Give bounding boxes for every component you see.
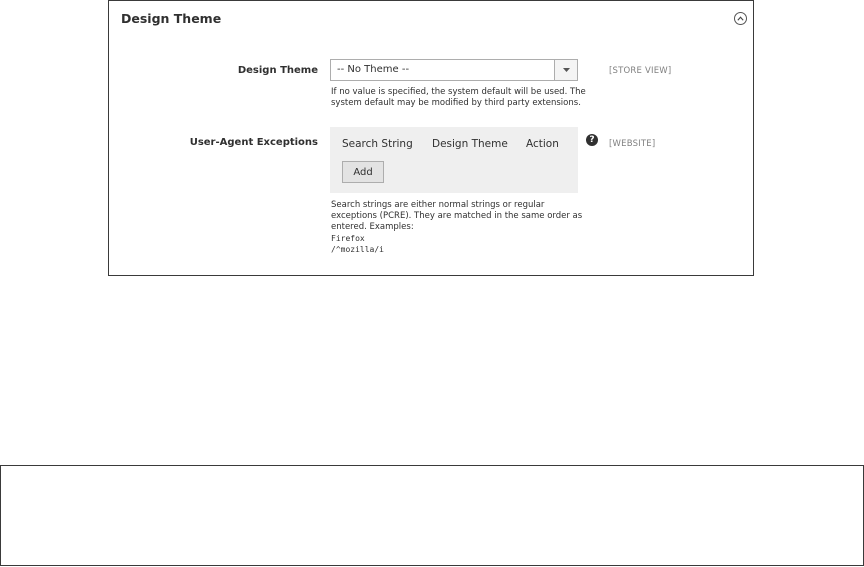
column-header-search-string: Search String (342, 138, 413, 150)
user-agent-note-line3: entered. Examples: (331, 222, 414, 232)
design-theme-note-line1: If no value is specified, the system def… (331, 87, 586, 97)
user-agent-note-line1: Search strings are either normal strings… (331, 200, 545, 210)
store-view-scope: [STORE VIEW] (609, 66, 672, 76)
design-theme-section: Design Theme Design Theme -- No Theme --… (108, 0, 754, 276)
column-header-design-theme: Design Theme (432, 138, 508, 150)
example-mozilla-regex: /^mozilla/i (331, 245, 384, 254)
example-firefox: Firefox (331, 234, 365, 243)
triangle-down-icon[interactable] (554, 60, 577, 80)
chevron-up-circle-icon[interactable] (734, 12, 747, 25)
user-agent-exceptions-label: User-Agent Exceptions (189, 137, 318, 148)
design-theme-select[interactable]: -- No Theme -- (330, 59, 578, 81)
section-title: Design Theme (121, 11, 222, 26)
question-circle-icon[interactable]: ? (586, 134, 598, 146)
empty-panel (0, 465, 864, 566)
design-theme-note-line2: system default may be modified by third … (331, 98, 581, 108)
user-agent-note-line2: exceptions (PCRE). They are matched in t… (331, 211, 583, 221)
design-theme-selected-value: -- No Theme -- (337, 64, 410, 75)
website-scope: [WEBSITE] (609, 139, 656, 149)
design-theme-label: Design Theme (237, 65, 318, 76)
add-exception-button[interactable]: Add (342, 161, 384, 183)
column-header-action: Action (526, 138, 559, 150)
user-agent-exceptions-grid: Search String Design Theme Action Add (330, 127, 578, 193)
